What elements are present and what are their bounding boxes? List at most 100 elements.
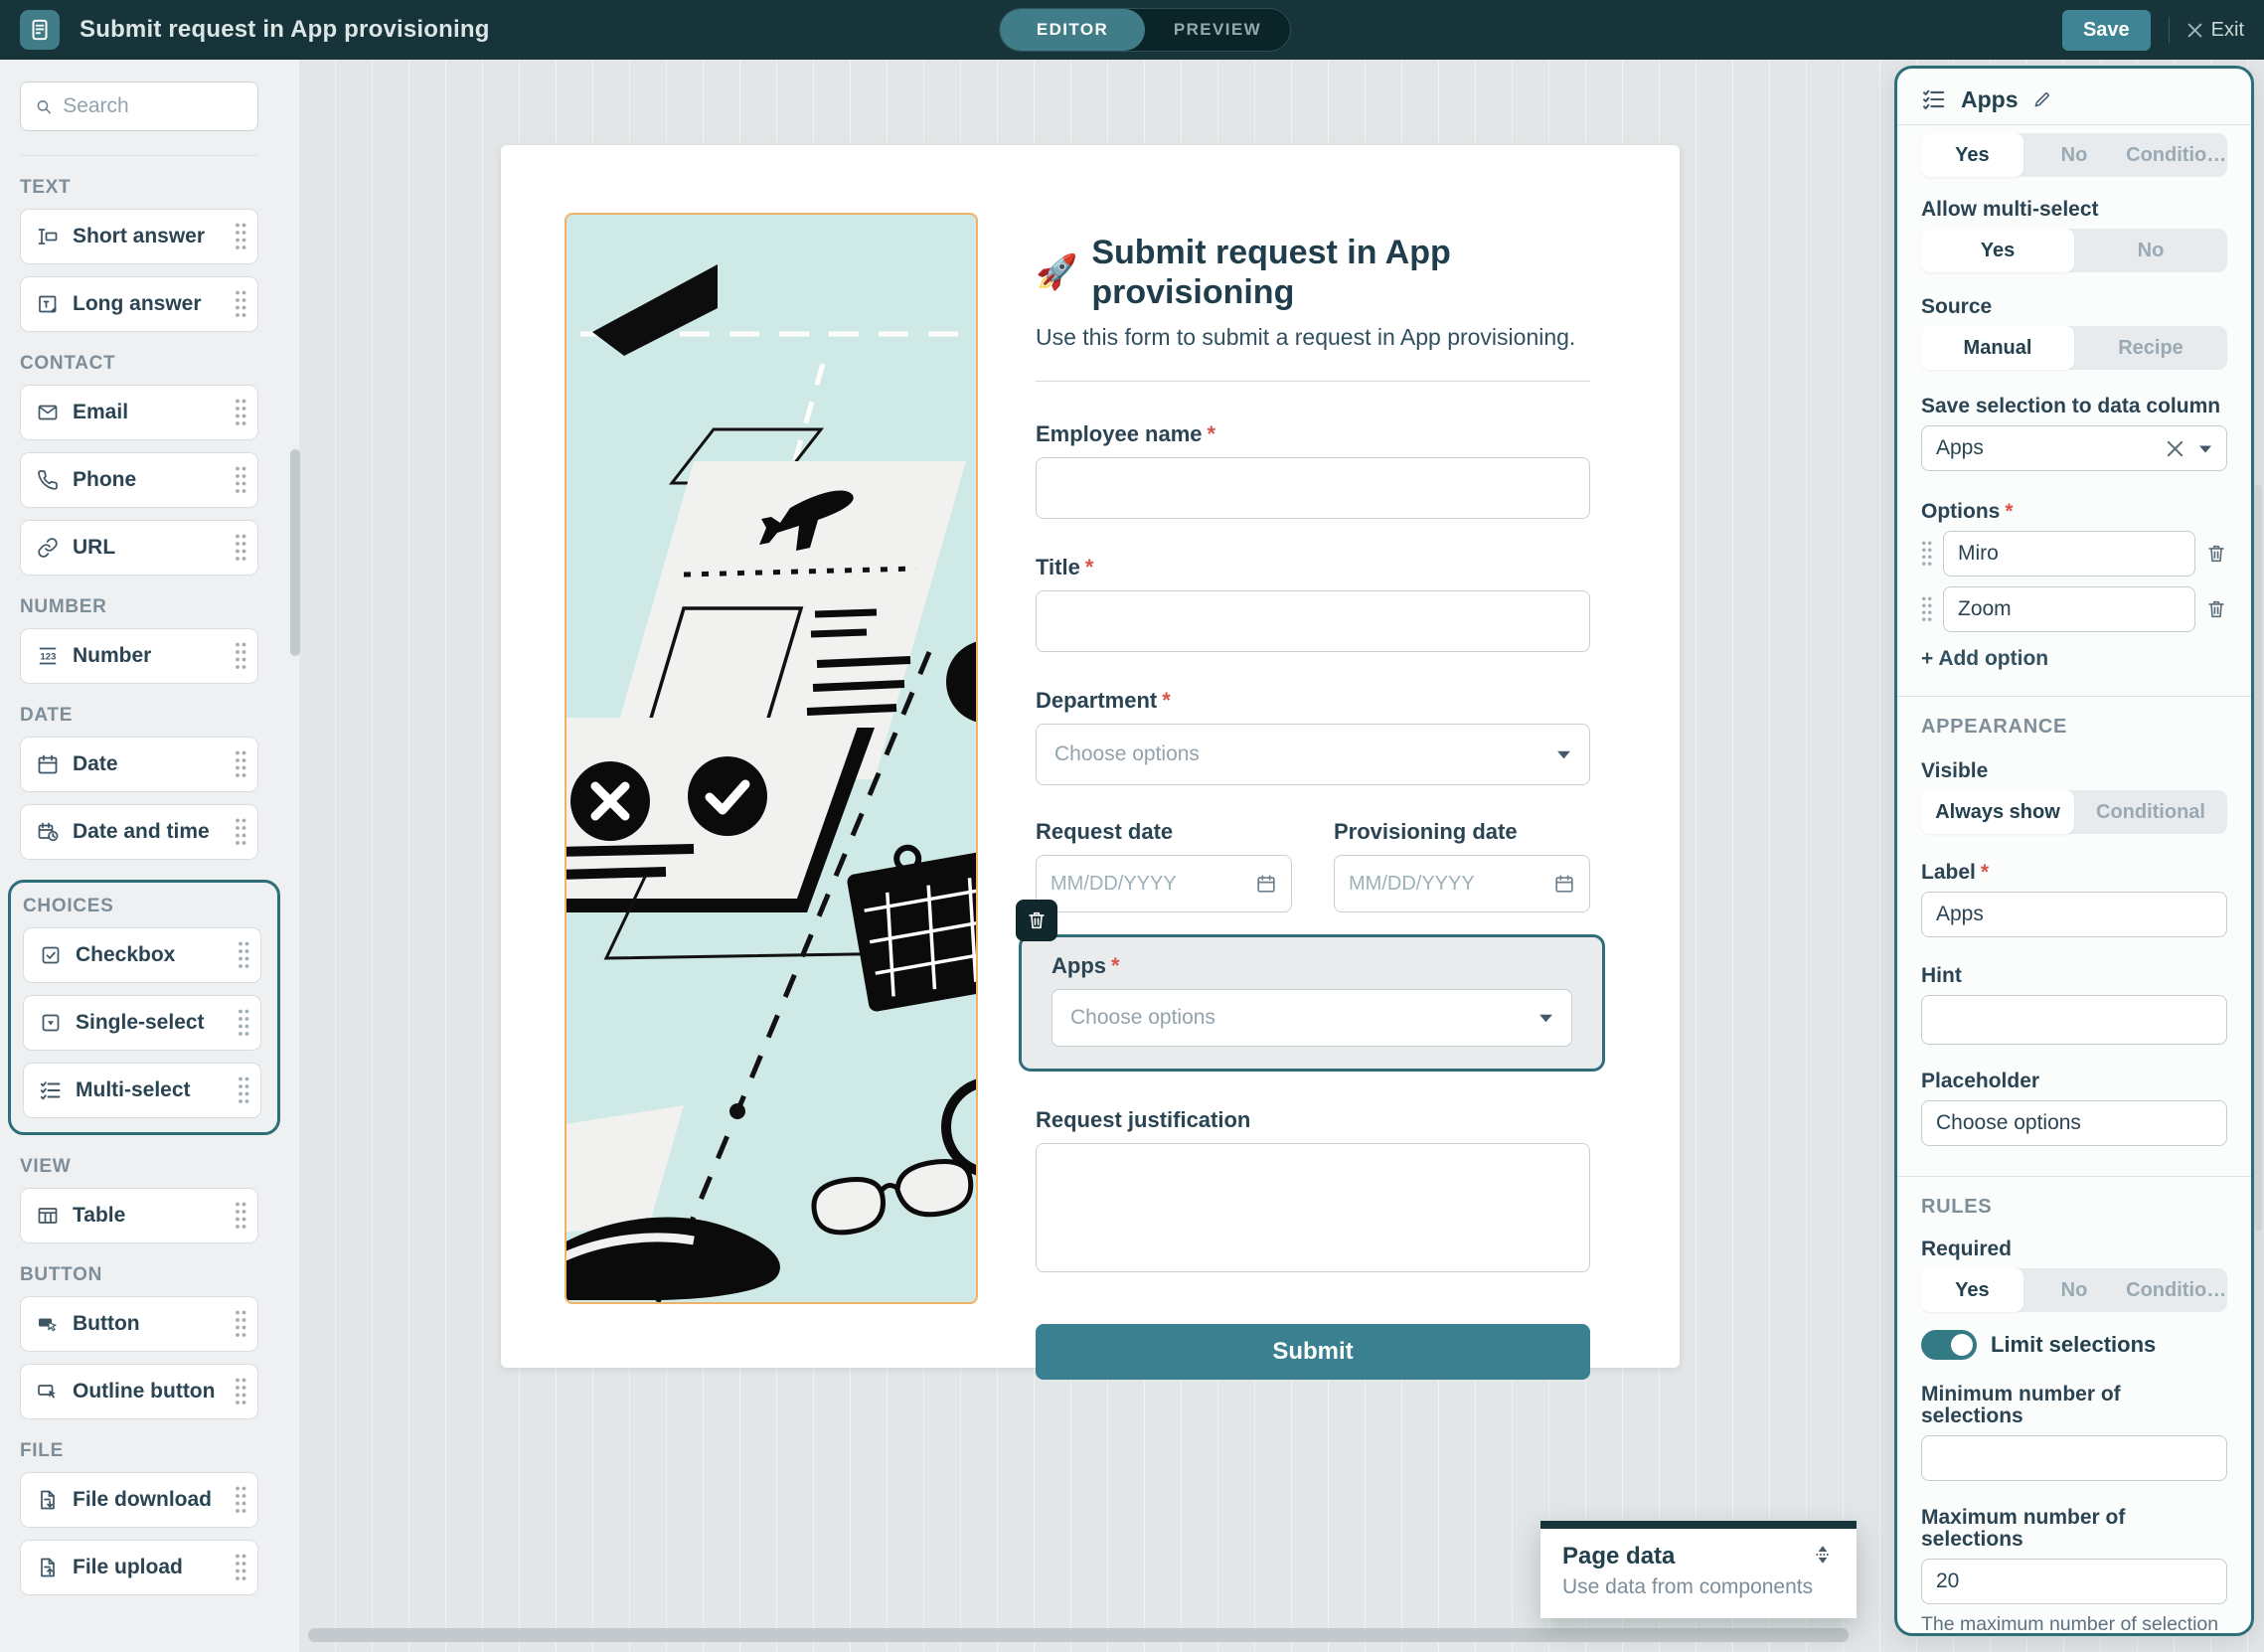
save-column-select[interactable]: Apps bbox=[1921, 425, 2227, 471]
drag-handle-icon[interactable] bbox=[1921, 595, 1933, 623]
exit-button[interactable]: Exit bbox=[2187, 19, 2244, 42]
required-segmented: Yes No Conditio… bbox=[1921, 1268, 2227, 1312]
sidebar-item-long-answer[interactable]: Long answer bbox=[20, 276, 258, 332]
page-data-popup[interactable]: Page data Use data from components bbox=[1540, 1521, 1857, 1618]
request-justification-textarea[interactable] bbox=[1036, 1143, 1590, 1272]
placeholder-input[interactable] bbox=[1921, 1100, 2227, 1146]
department-select[interactable]: Choose options bbox=[1036, 724, 1590, 785]
appearance-section-title: APPEARANCE bbox=[1921, 716, 2068, 738]
sort-updown-icon[interactable] bbox=[1811, 1543, 1835, 1567]
allow-multi-select-no[interactable]: No bbox=[2074, 229, 2227, 272]
tab-preview[interactable]: PREVIEW bbox=[1145, 9, 1290, 51]
drag-handle-icon[interactable] bbox=[235, 1553, 247, 1582]
source-manual[interactable]: Manual bbox=[1921, 326, 2074, 370]
add-option-button[interactable]: + Add option bbox=[1921, 648, 2227, 670]
sidebar-item-label: Email bbox=[73, 401, 129, 423]
drag-handle-icon[interactable] bbox=[235, 817, 247, 847]
drag-handle-icon[interactable] bbox=[238, 1075, 250, 1105]
sidebar-item-single-select[interactable]: Single-select bbox=[23, 995, 261, 1051]
link-icon bbox=[36, 536, 60, 560]
sidebar-item-checkbox[interactable]: Checkbox bbox=[23, 927, 261, 983]
allow-multi-select-segmented: Yes No bbox=[1921, 229, 2227, 272]
hint-input[interactable] bbox=[1921, 995, 2227, 1045]
drag-handle-icon[interactable] bbox=[235, 1201, 247, 1231]
submit-button[interactable]: Submit bbox=[1036, 1324, 1590, 1380]
drag-handle-icon[interactable] bbox=[235, 1309, 247, 1339]
drag-handle-icon[interactable] bbox=[235, 641, 247, 671]
provisioning-date-input[interactable]: MM/DD/YYYY bbox=[1334, 855, 1590, 912]
visible-always-show[interactable]: Always show bbox=[1921, 790, 2074, 834]
drag-handle-icon[interactable] bbox=[235, 398, 247, 427]
drag-handle-icon[interactable] bbox=[235, 533, 247, 563]
save-button[interactable]: Save bbox=[2061, 9, 2151, 51]
sidebar-item-phone[interactable]: Phone bbox=[20, 452, 258, 508]
sidebar-item-number[interactable]: 123 Number bbox=[20, 628, 258, 684]
sidebar-item-label: URL bbox=[73, 536, 116, 559]
sidebar-item-date[interactable]: Date bbox=[20, 737, 258, 792]
sidebar-item-label: Number bbox=[73, 644, 152, 667]
tab-editor[interactable]: EDITOR bbox=[1000, 9, 1145, 51]
sidebar-item-label: File upload bbox=[73, 1556, 183, 1578]
drag-handle-icon[interactable] bbox=[235, 289, 247, 319]
sidebar-item-multi-select[interactable]: Multi-select bbox=[23, 1063, 261, 1118]
components-sidebar: TEXT Short answer Long answer CONTACT Em… bbox=[0, 60, 298, 1652]
option-input-zoom[interactable] bbox=[1943, 586, 2195, 632]
search-input[interactable] bbox=[63, 94, 243, 118]
drag-handle-icon[interactable] bbox=[235, 222, 247, 251]
trash-icon[interactable] bbox=[2205, 598, 2227, 620]
apps-select[interactable]: Choose options bbox=[1051, 989, 1572, 1047]
choices-highlight-group: CHOICES Checkbox Single-select Multi-sel… bbox=[8, 880, 280, 1135]
sidebar-item-label: Single-select bbox=[76, 1011, 205, 1034]
sidebar-item-short-answer[interactable]: Short answer bbox=[20, 209, 258, 264]
show-field-no[interactable]: No bbox=[2023, 133, 2126, 177]
drag-handle-icon[interactable] bbox=[235, 465, 247, 495]
drag-handle-icon[interactable] bbox=[235, 1377, 247, 1406]
sidebar-item-url[interactable]: URL bbox=[20, 520, 258, 576]
delete-field-button[interactable] bbox=[1016, 900, 1057, 941]
required-conditional[interactable]: Conditio… bbox=[2125, 1268, 2227, 1312]
drag-handle-icon[interactable] bbox=[1921, 540, 1933, 568]
visible-conditional[interactable]: Conditional bbox=[2074, 790, 2227, 834]
show-field-conditional[interactable]: Conditio… bbox=[2125, 133, 2227, 177]
sidebar-item-date-and-time[interactable]: Date and time bbox=[20, 804, 258, 860]
search-icon bbox=[37, 99, 51, 113]
label-input[interactable] bbox=[1921, 892, 2227, 937]
topbar-actions: Save Exit bbox=[2061, 9, 2244, 51]
source-recipe[interactable]: Recipe bbox=[2074, 326, 2227, 370]
request-date-input[interactable]: MM/DD/YYYY bbox=[1036, 855, 1292, 912]
max-selections-input[interactable] bbox=[1921, 1559, 2227, 1604]
allow-multi-select-label: Allow multi-select bbox=[1921, 198, 2099, 221]
title-input[interactable] bbox=[1036, 590, 1590, 652]
limit-selections-toggle[interactable] bbox=[1921, 1330, 1977, 1360]
min-selections-input[interactable] bbox=[1921, 1435, 2227, 1481]
calendar-icon[interactable] bbox=[1553, 873, 1575, 895]
required-asterisk: * bbox=[2005, 500, 2014, 523]
trash-icon[interactable] bbox=[2205, 543, 2227, 565]
apps-field-selected[interactable]: Apps * Choose options bbox=[1016, 900, 1605, 1072]
limit-selections-label: Limit selections bbox=[1991, 1332, 2157, 1357]
drag-handle-icon[interactable] bbox=[235, 1485, 247, 1515]
sidebar-item-email[interactable]: Email bbox=[20, 385, 258, 440]
required-no[interactable]: No bbox=[2023, 1268, 2126, 1312]
panel-scrollbar-thumb[interactable] bbox=[2254, 485, 2262, 1231]
sidebar-item-file-upload[interactable]: File upload bbox=[20, 1540, 258, 1595]
option-input-miro[interactable] bbox=[1943, 531, 2195, 577]
clear-icon[interactable] bbox=[2167, 440, 2183, 457]
drag-handle-icon[interactable] bbox=[235, 749, 247, 779]
sidebar-item-outline-button[interactable]: Outline button bbox=[20, 1364, 258, 1419]
horizontal-scrollbar-thumb[interactable] bbox=[308, 1628, 1849, 1642]
drag-handle-icon[interactable] bbox=[238, 940, 250, 970]
show-field-yes[interactable]: Yes bbox=[1921, 133, 2023, 177]
allow-multi-select-yes[interactable]: Yes bbox=[1921, 229, 2074, 272]
search-box[interactable] bbox=[20, 82, 258, 131]
employee-name-input[interactable] bbox=[1036, 457, 1590, 519]
sidebar-item-table[interactable]: Table bbox=[20, 1188, 258, 1243]
save-column-label: Save selection to data column bbox=[1921, 395, 2221, 417]
sidebar-item-file-download[interactable]: File download bbox=[20, 1472, 258, 1528]
required-yes[interactable]: Yes bbox=[1921, 1268, 2023, 1312]
calendar-icon[interactable] bbox=[1255, 873, 1277, 895]
sidebar-item-button[interactable]: Button bbox=[20, 1296, 258, 1352]
edit-pencil-icon[interactable] bbox=[2032, 89, 2052, 109]
drag-handle-icon[interactable] bbox=[238, 1008, 250, 1038]
sidebar-scrollbar-thumb[interactable] bbox=[290, 449, 300, 656]
